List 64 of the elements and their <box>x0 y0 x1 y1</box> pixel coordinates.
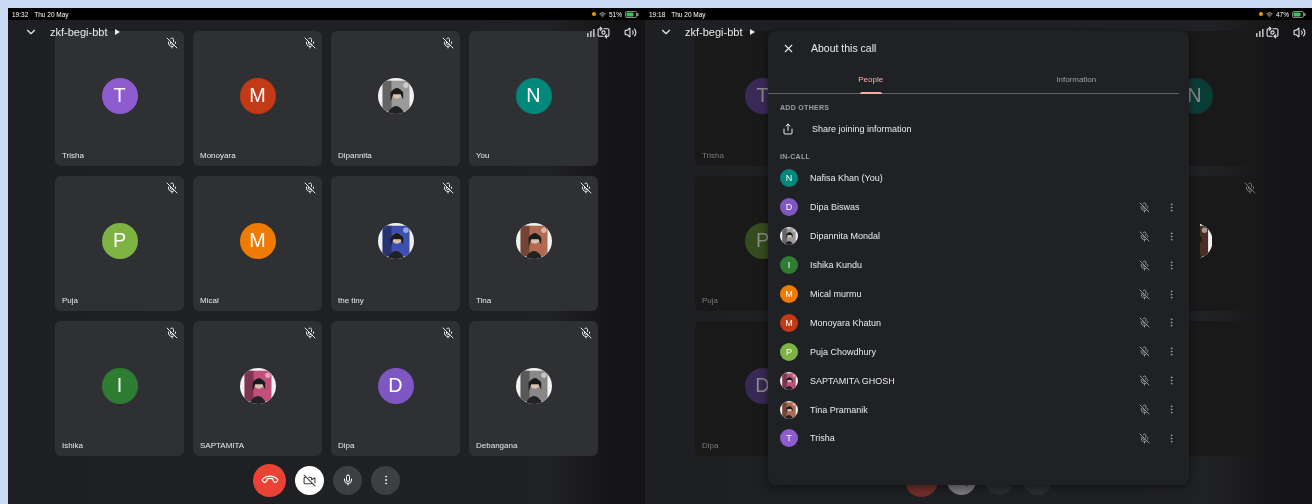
caret-icon <box>750 29 756 35</box>
participant-name: the tiny <box>338 296 364 305</box>
avatar: M <box>780 313 798 332</box>
participant-name: Dipannita Mondal <box>810 231 882 242</box>
participant-name: Dipa Biswas <box>810 202 861 213</box>
avatar: I <box>780 256 798 275</box>
participant-name: SAPTAMITA GHOSH <box>810 375 896 386</box>
participant-name: Ishika <box>62 441 83 450</box>
participant-name: Debangana <box>476 441 518 450</box>
avatar: P <box>101 222 138 259</box>
battery-icon <box>625 10 639 18</box>
avatar: T <box>780 429 798 448</box>
participant-name: Dipa <box>702 441 719 450</box>
participant-name: Puja <box>702 296 718 305</box>
participant-name: Monoyara Khatun <box>810 317 883 328</box>
meeting-code[interactable]: zkf-begi-bbt <box>685 26 743 38</box>
end-call-button[interactable] <box>253 463 286 497</box>
participant-name: Tina Pramanik <box>810 404 869 415</box>
tab[interactable]: Information <box>973 65 1179 93</box>
participant-name: Mical murmu <box>810 289 863 299</box>
battery-icon <box>1292 10 1306 18</box>
avatar: P <box>780 342 798 361</box>
avatar: I <box>101 367 138 404</box>
audio-level-icon <box>587 27 595 37</box>
participant-name: Puja Chowdhury <box>810 346 878 357</box>
speaker-icon[interactable] <box>624 25 637 39</box>
mic-icon <box>341 474 354 486</box>
avatar: M <box>239 222 276 259</box>
switch-camera-icon[interactable] <box>597 25 610 39</box>
participant-name: Mical <box>200 296 219 305</box>
share-joining-info-button[interactable]: Share joining information <box>768 115 1189 143</box>
participant-name: Trisha <box>62 151 84 160</box>
avatar: D <box>780 198 798 217</box>
privacy-dot-icon <box>1259 12 1263 16</box>
dialog-title: About this call <box>811 42 877 54</box>
share-icon <box>782 123 794 135</box>
participant-name: Dipa <box>338 441 355 450</box>
participant-name: Tina <box>476 296 492 305</box>
avatar: N <box>515 77 552 114</box>
participant-name: You <box>476 151 490 160</box>
avatar: T <box>101 77 138 114</box>
audio-level-icon <box>1256 27 1264 37</box>
wifi-icon <box>1266 10 1273 18</box>
participant-name: Trisha <box>810 433 836 444</box>
microphone-button[interactable] <box>333 465 362 495</box>
video-off-icon <box>303 473 316 487</box>
switch-camera-icon[interactable] <box>1266 25 1279 39</box>
participant-name: Puja <box>62 296 78 305</box>
avatar: M <box>780 285 798 303</box>
caret-icon <box>115 29 121 35</box>
speaker-icon[interactable] <box>1293 25 1306 39</box>
participant-name: Monoyara <box>200 151 236 160</box>
participant-name: Nafisa Khan (You) <box>810 173 884 184</box>
participant-name: SAPTAMITA <box>200 441 245 450</box>
participant-name: Ishika Kundu <box>810 260 864 271</box>
avatar: D <box>377 367 414 404</box>
meeting-code[interactable]: zkf-begi-bbt <box>50 26 108 38</box>
avatar: M <box>239 77 276 114</box>
participant-name: Trisha <box>702 151 724 160</box>
participant-name: Dipannita <box>338 151 372 160</box>
camera-button[interactable] <box>295 465 324 495</box>
wifi-icon <box>599 10 606 18</box>
privacy-dot-icon <box>592 12 596 16</box>
avatar: N <box>780 169 798 188</box>
